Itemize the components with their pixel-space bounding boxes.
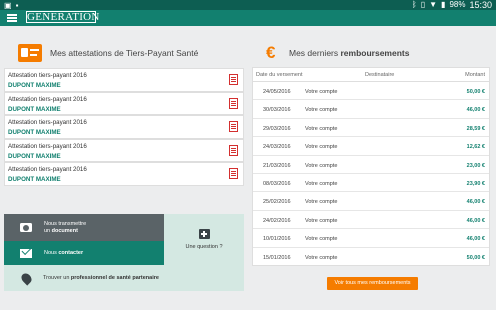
contact-button[interactable]: Nous contacter	[4, 241, 164, 265]
row-destinataire: Votre compte	[305, 217, 338, 224]
euro-icon: €	[266, 43, 276, 62]
question-button[interactable]: Une question ?	[164, 214, 244, 265]
attestation-title: Attestation tiers-payant 2016	[8, 166, 87, 174]
action-tiles: Nous transmettre un document Nous contact…	[4, 214, 244, 291]
app-logo: GENERATION	[26, 11, 100, 23]
find-professional-button[interactable]: Trouver un professionnel de santé parten…	[4, 265, 244, 291]
remboursements-title: Mes derniers remboursements	[289, 48, 410, 58]
question-label: Une question ?	[185, 243, 223, 250]
list-item[interactable]: Attestation tiers-payant 2016 DUPONT MAX…	[4, 68, 244, 92]
row-date: 24/02/2016	[263, 217, 291, 224]
row-destinataire: Votre compte	[305, 162, 338, 169]
row-date: 30/03/2016	[263, 107, 291, 114]
battery-icon: ▮	[441, 0, 446, 9]
generic-app-icon: ▪	[15, 1, 19, 10]
find-professional-label: Trouver un professionnel de santé parten…	[43, 274, 159, 281]
pdf-icon[interactable]	[229, 144, 238, 156]
table-row[interactable]: 10/01/2016 Votre compte 46,00 €	[253, 229, 489, 248]
attestations-header: Mes attestations de Tiers-Payant Santé	[18, 44, 198, 62]
row-date: 24/05/2016	[263, 89, 291, 95]
column-header-destinataire: Destinataire	[365, 71, 395, 78]
row-destinataire: Votre compte	[305, 144, 338, 151]
row-date: 24/03/2016	[263, 144, 291, 151]
row-destinataire: Votre compte	[305, 125, 338, 132]
table-row[interactable]: 30/03/2016 Votre compte 46,00 €	[253, 100, 489, 119]
row-date: 21/03/2016	[263, 162, 291, 169]
row-amount: 46,00 €	[466, 107, 485, 114]
list-item[interactable]: Attestation tiers-payant 2016 DUPONT MAX…	[4, 91, 244, 116]
contact-label: Nous contacter	[44, 249, 84, 256]
row-amount: 23,00 €	[466, 162, 485, 169]
clock: 15:30	[469, 0, 492, 10]
table-row[interactable]: 24/03/2016 Votre compte 12,62 €	[253, 137, 489, 156]
table-row[interactable]: 15/01/2016 Votre compte 50,00 €	[253, 248, 489, 266]
attestation-title: Attestation tiers-payant 2016	[8, 72, 87, 79]
list-item[interactable]: Attestation tiers-payant 2016 DUPONT MAX…	[4, 115, 244, 139]
attestation-beneficiary: DUPONT MAXIME	[8, 176, 61, 184]
row-amount: 46,00 €	[466, 217, 485, 224]
list-item[interactable]: Attestation tiers-payant 2016 DUPONT MAX…	[4, 162, 244, 186]
menu-icon[interactable]	[7, 14, 17, 22]
row-amount: 12,62 €	[466, 144, 485, 151]
row-date: 08/03/2016	[263, 180, 291, 187]
row-amount: 50,00 €	[466, 89, 485, 95]
column-header-date: Date du versement	[256, 71, 303, 78]
attestation-beneficiary: DUPONT MAXIME	[8, 105, 61, 113]
remboursements-header: € Mes derniers remboursements	[266, 44, 409, 62]
table-row[interactable]: 25/02/2016 Votre compte 46,00 €	[253, 192, 489, 211]
row-amount: 23,90 €	[466, 180, 485, 187]
row-date: 29/03/2016	[263, 125, 291, 132]
attestation-beneficiary: DUPONT MAXIME	[8, 82, 61, 89]
location-pin-icon	[19, 270, 34, 286]
battery-percent: 98%	[449, 0, 466, 9]
attestation-title: Attestation tiers-payant 2016	[8, 142, 87, 150]
row-date: 10/01/2016	[263, 236, 291, 243]
row-amount: 28,59 €	[466, 125, 485, 132]
attestation-beneficiary: DUPONT MAXIME	[8, 152, 61, 160]
table-row[interactable]: 24/05/2016 Votre compte 50,00 €	[253, 82, 489, 101]
bluetooth-icon: ᛒ	[411, 0, 417, 9]
row-destinataire: Votre compte	[305, 180, 338, 187]
attestation-beneficiary: DUPONT MAXIME	[8, 129, 61, 137]
pdf-icon[interactable]	[229, 121, 238, 133]
row-destinataire: Votre compte	[305, 254, 338, 261]
table-row[interactable]: 29/03/2016 Votre compte 28,59 €	[253, 119, 489, 138]
photo-icon: ▣	[4, 1, 12, 10]
wifi-icon: ▼	[429, 0, 438, 9]
first-aid-kit-icon	[198, 228, 210, 239]
column-header-montant: Montant	[465, 71, 485, 78]
row-amount: 46,00 €	[466, 236, 485, 243]
vibrate-icon: ▯	[420, 0, 426, 9]
app-bar: GENERATION	[0, 10, 496, 26]
row-destinataire: Votre compte	[305, 107, 338, 114]
row-date: 15/01/2016	[263, 254, 291, 261]
table-row[interactable]: 24/02/2016 Votre compte 46,00 €	[253, 211, 489, 230]
pdf-icon[interactable]	[229, 74, 238, 85]
remboursements-table: Date du versement Destinataire Montant 2…	[252, 67, 490, 266]
row-destinataire: Votre compte	[305, 199, 338, 206]
pdf-icon[interactable]	[229, 97, 238, 109]
table-row[interactable]: 21/03/2016 Votre compte 23,00 €	[253, 156, 489, 174]
row-destinataire: Votre compte	[305, 89, 338, 95]
table-header: Date du versement Destinataire Montant	[253, 68, 489, 82]
card-icon	[18, 44, 42, 62]
camera-icon	[20, 223, 32, 232]
pdf-icon[interactable]	[229, 168, 238, 180]
attestation-title: Attestation tiers-payant 2016	[8, 95, 87, 103]
row-date: 25/02/2016	[263, 199, 291, 206]
status-bar: ▣ ▪ ᛒ ▯ ▼ ▮ 98% 15:30	[0, 0, 496, 10]
list-item[interactable]: Attestation tiers-payant 2016 DUPONT MAX…	[4, 138, 244, 163]
send-document-button[interactable]: Nous transmettre un document	[4, 214, 164, 241]
view-all-remboursements-button[interactable]: Voir tous mes remboursements	[327, 277, 418, 290]
row-amount: 46,00 €	[466, 199, 485, 206]
row-amount: 50,00 €	[466, 254, 485, 261]
attestations-list: Attestation tiers-payant 2016 DUPONT MAX…	[4, 68, 244, 186]
attestation-title: Attestation tiers-payant 2016	[8, 119, 87, 127]
table-row[interactable]: 08/03/2016 Votre compte 23,90 €	[253, 174, 489, 193]
row-destinataire: Votre compte	[305, 236, 338, 243]
mail-icon	[20, 248, 32, 258]
send-document-label: Nous transmettre un document	[44, 220, 87, 234]
attestations-title: Mes attestations de Tiers-Payant Santé	[50, 48, 199, 58]
